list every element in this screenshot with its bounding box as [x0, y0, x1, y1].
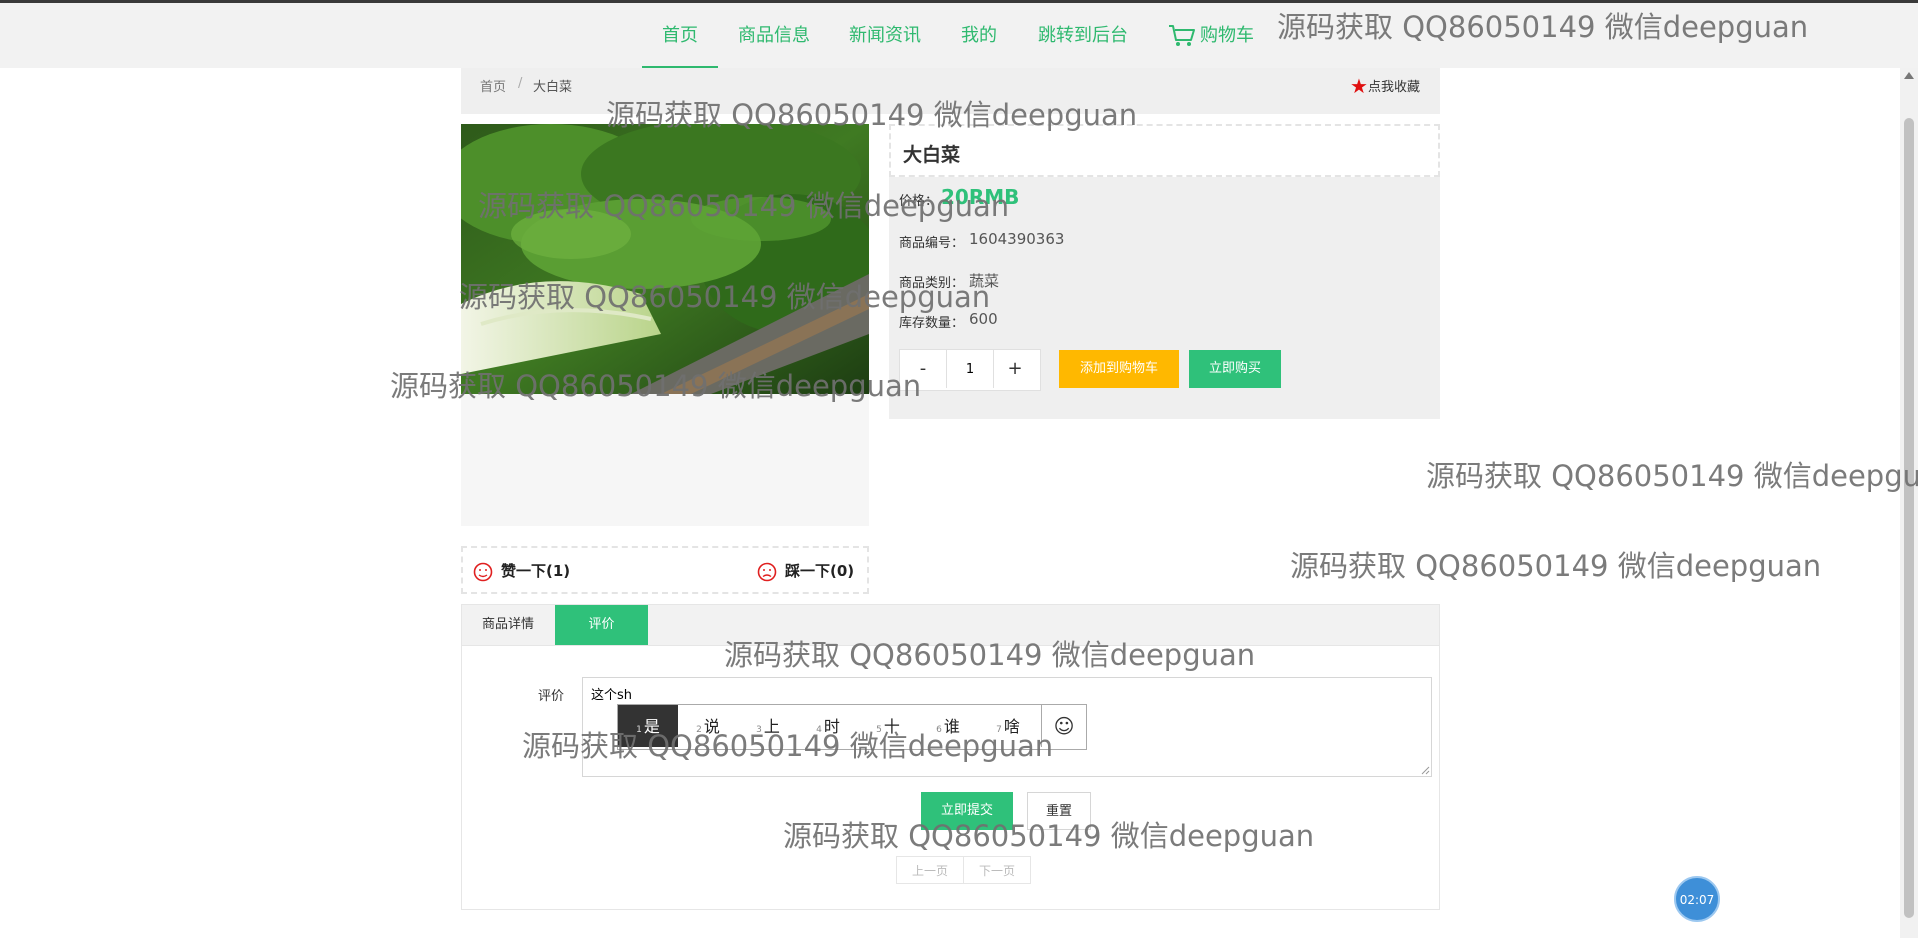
- reset-button[interactable]: 重置: [1027, 792, 1091, 830]
- product-info: 价格： 20RMB 商品编号： 1604390363 商品类别： 蔬菜 库存数量…: [889, 177, 1440, 419]
- breadcrumb-current: 大白菜: [533, 80, 573, 95]
- star-icon: ★: [1350, 74, 1368, 98]
- code-label: 商品编号：: [899, 236, 965, 251]
- submit-review-button[interactable]: 立即提交: [921, 792, 1013, 830]
- product-image: [461, 124, 869, 394]
- quantity-minus-button[interactable]: -: [900, 350, 946, 388]
- page-scrollbar[interactable]: [1900, 68, 1918, 938]
- product-price: 20RMB: [941, 185, 1020, 209]
- nav-home[interactable]: 首页: [642, 3, 718, 70]
- watermark: 源码获取 QQ86050149 微信deepguan: [1290, 549, 1822, 583]
- quantity-input[interactable]: [946, 350, 994, 388]
- nav-cart[interactable]: 购物车: [1168, 3, 1254, 68]
- face-icon: [473, 562, 493, 581]
- product-category: 蔬菜: [969, 272, 1000, 290]
- category-label: 商品类别：: [899, 276, 965, 291]
- emoji-icon[interactable]: ☺: [1041, 705, 1086, 747]
- cart-icon: [1169, 25, 1195, 46]
- nav-cart-label: 购物车: [1200, 25, 1254, 46]
- watermark: 源码获取 QQ86050149 微信deepguan: [1426, 459, 1918, 493]
- ime-candidate[interactable]: 2说: [678, 705, 738, 747]
- tab-bar: 商品详情 评价: [462, 605, 1439, 646]
- ime-candidate[interactable]: 1是: [618, 705, 678, 747]
- like-button[interactable]: 赞一下(1): [473, 560, 570, 582]
- product-image-panel: [461, 124, 869, 526]
- stock-label: 库存数量：: [899, 316, 965, 331]
- price-label: 价格：: [899, 194, 939, 209]
- scroll-up-arrow-icon[interactable]: [1904, 72, 1914, 79]
- ime-candidate[interactable]: 3上: [738, 705, 798, 747]
- prev-page-button[interactable]: 上一页: [896, 856, 964, 884]
- like-bar: 赞一下(1) 踩一下(0): [461, 546, 869, 594]
- quantity-plus-button[interactable]: +: [992, 350, 1038, 388]
- tab-review[interactable]: 评价: [555, 605, 648, 645]
- next-page-button[interactable]: 下一页: [963, 856, 1031, 884]
- timer-badge[interactable]: 02:07: [1674, 876, 1720, 922]
- ime-candidate[interactable]: 7啥: [978, 705, 1038, 747]
- favorite-label: 点我收藏: [1367, 80, 1420, 95]
- product-title-box: 大白菜: [889, 124, 1440, 177]
- breadcrumb-separator: /: [518, 76, 523, 91]
- sad-face-icon: [757, 562, 777, 581]
- nav-admin[interactable]: 跳转到后台: [1038, 3, 1128, 68]
- ime-candidate-bar: 1是 2说 3上 4时 5十 6谁 7啥 ☺: [617, 704, 1087, 750]
- review-section: 商品详情 评价 评价 这个sh 1是 2说 3上 4时 5十 6谁 7啥 ☺ 立…: [461, 604, 1440, 910]
- add-to-cart-button[interactable]: 添加到购物车: [1059, 350, 1179, 388]
- ime-candidate[interactable]: 4时: [798, 705, 858, 747]
- scroll-thumb[interactable]: [1904, 118, 1914, 918]
- breadcrumb-bar: 首页 / 大白菜 ★点我收藏: [461, 68, 1440, 114]
- product-stock: 600: [969, 310, 998, 328]
- resize-grip-icon[interactable]: [1420, 765, 1430, 775]
- buy-now-button[interactable]: 立即购买: [1189, 350, 1281, 388]
- nav-news[interactable]: 新闻资讯: [849, 3, 921, 68]
- dislike-label: 踩一下(0): [785, 562, 855, 580]
- product-name: 大白菜: [903, 144, 961, 166]
- dislike-button[interactable]: 踩一下(0): [757, 560, 854, 582]
- ime-candidate[interactable]: 5十: [858, 705, 918, 747]
- top-nav: 首页 商品信息 新闻资讯 我的 跳转到后台 购物车: [0, 0, 1918, 70]
- ime-candidate[interactable]: 6谁: [918, 705, 978, 747]
- tab-product-detail[interactable]: 商品详情: [462, 605, 554, 645]
- like-label: 赞一下(1): [501, 562, 571, 580]
- nav-products[interactable]: 商品信息: [738, 3, 810, 68]
- review-label: 评价: [538, 689, 565, 704]
- nav-mine[interactable]: 我的: [961, 3, 997, 68]
- quantity-stepper: - +: [899, 349, 1041, 391]
- product-code: 1604390363: [969, 230, 1065, 248]
- breadcrumb-home[interactable]: 首页: [480, 76, 506, 95]
- favorite-link[interactable]: ★点我收藏: [1350, 74, 1420, 98]
